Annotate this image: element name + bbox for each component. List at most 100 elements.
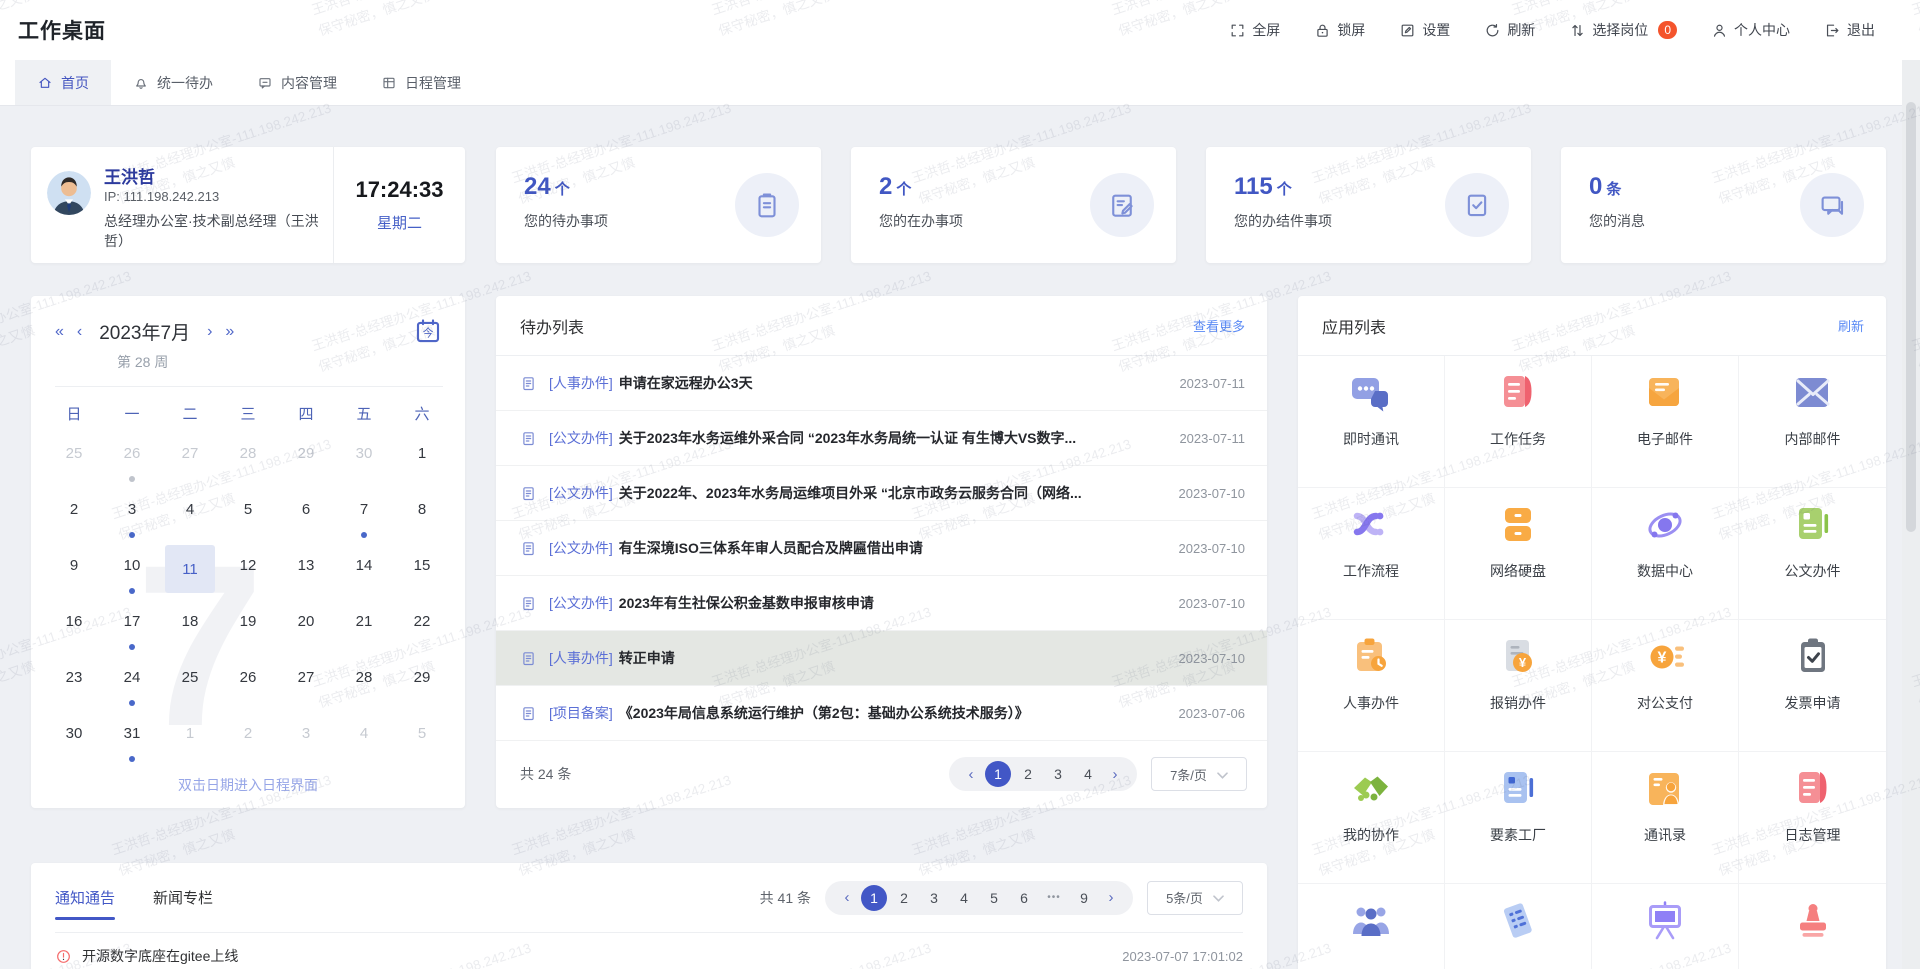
calendar-day[interactable]: 6 bbox=[277, 489, 335, 545]
calendar-day[interactable]: 14 bbox=[335, 545, 393, 602]
apps-refresh-link[interactable]: 刷新 bbox=[1838, 316, 1864, 335]
app-item-invoice[interactable]: 发票申请 bbox=[1739, 620, 1886, 752]
calendar-day[interactable]: 27 bbox=[161, 433, 219, 489]
page-number[interactable]: 3 bbox=[921, 885, 947, 911]
calendar-day[interactable]: 28 bbox=[219, 433, 277, 489]
notices-tab-0[interactable]: 通知通告 bbox=[55, 863, 115, 932]
calendar-day[interactable]: 23 bbox=[45, 657, 103, 713]
page-number[interactable]: 5 bbox=[981, 885, 1007, 911]
app-item-presentation[interactable] bbox=[1592, 884, 1739, 969]
app-item-contacts[interactable]: 通讯录 bbox=[1592, 752, 1739, 884]
calendar-day[interactable]: 4 bbox=[335, 713, 393, 769]
app-item-work-task[interactable]: 工作任务 bbox=[1445, 356, 1592, 488]
calendar-day[interactable]: 2 bbox=[219, 713, 277, 769]
top-action-settings[interactable]: 设置 bbox=[1399, 20, 1450, 40]
calendar-day[interactable]: 2 bbox=[45, 489, 103, 545]
calendar-day[interactable]: 29 bbox=[393, 657, 451, 713]
page-size-select[interactable]: 7条/页 bbox=[1151, 757, 1247, 791]
app-item-workflow[interactable]: 工作流程 bbox=[1298, 488, 1445, 620]
app-item-instant-messaging[interactable]: 即时通讯 bbox=[1298, 356, 1445, 488]
calendar-day[interactable]: 26 bbox=[103, 433, 161, 489]
calendar-day[interactable]: 31 bbox=[103, 713, 161, 769]
app-item-official-doc[interactable]: 公文办件 bbox=[1739, 488, 1886, 620]
next-year-button[interactable]: » bbox=[225, 324, 234, 340]
nav-tab-0[interactable]: 首页 bbox=[15, 60, 111, 105]
app-item-corporate-payment[interactable]: ¥对公支付 bbox=[1592, 620, 1739, 752]
next-page-button[interactable]: › bbox=[1103, 766, 1127, 783]
calendar-day[interactable]: 12 bbox=[219, 545, 277, 602]
todo-item[interactable]: [公文办件]关于2022年、2023年水务局运维项目外采 “北京市政务云服务合同… bbox=[496, 466, 1267, 521]
app-item-internal-mail[interactable]: 内部邮件 bbox=[1739, 356, 1886, 488]
calendar-day[interactable]: 30 bbox=[335, 433, 393, 489]
calendar-day[interactable]: 19 bbox=[219, 601, 277, 657]
prev-month-button[interactable]: ‹ bbox=[77, 324, 82, 340]
news-item[interactable]: 开源数字底座在gitee上线2023-07-07 17:01:02 bbox=[55, 933, 1243, 969]
today-icon[interactable]: 今 bbox=[413, 316, 443, 346]
calendar-day[interactable]: 13 bbox=[277, 545, 335, 602]
app-item-reimbursement[interactable]: ¥报销办件 bbox=[1445, 620, 1592, 752]
todo-item[interactable]: [公文办件]2023年有生社保公积金基数申报审核申请2023-07-10 bbox=[496, 576, 1267, 631]
calendar-day[interactable]: 22 bbox=[393, 601, 451, 657]
app-item-data-center[interactable]: 数据中心 bbox=[1592, 488, 1739, 620]
calendar-day[interactable]: 30 bbox=[45, 713, 103, 769]
todo-item[interactable]: [人事办件]申请在家远程办公3天2023-07-11 bbox=[496, 356, 1267, 411]
app-item-collaboration[interactable]: 我的协作 bbox=[1298, 752, 1445, 884]
top-action-refresh[interactable]: 刷新 bbox=[1484, 20, 1535, 40]
app-item-receipt[interactable] bbox=[1445, 884, 1592, 969]
calendar-day[interactable]: 8 bbox=[393, 489, 451, 545]
top-action-logout[interactable]: 退出 bbox=[1824, 20, 1875, 40]
calendar-footer-hint[interactable]: 双击日期进入日程界面 bbox=[31, 775, 465, 795]
calendar-day[interactable]: 10 bbox=[103, 545, 161, 602]
prev-year-button[interactable]: « bbox=[55, 324, 64, 340]
calendar-day[interactable]: 5 bbox=[393, 713, 451, 769]
page-number[interactable]: 3 bbox=[1045, 761, 1071, 787]
page-number[interactable]: 1 bbox=[985, 761, 1011, 787]
calendar-day[interactable]: 20 bbox=[277, 601, 335, 657]
calendar-day[interactable]: 27 bbox=[277, 657, 335, 713]
calendar-day[interactable]: 3 bbox=[103, 489, 161, 545]
nav-tab-2[interactable]: 内容管理 bbox=[235, 60, 359, 105]
app-item-log-management[interactable]: 日志管理 bbox=[1739, 752, 1886, 884]
notices-tab-1[interactable]: 新闻专栏 bbox=[153, 863, 213, 932]
calendar-day[interactable]: 15 bbox=[393, 545, 451, 602]
page-number[interactable]: 2 bbox=[891, 885, 917, 911]
calendar-day[interactable]: 1 bbox=[161, 713, 219, 769]
top-action-user[interactable]: 个人中心 bbox=[1711, 20, 1790, 40]
page-number[interactable]: 2 bbox=[1015, 761, 1041, 787]
calendar-day[interactable]: 9 bbox=[45, 545, 103, 602]
scrollbar-thumb[interactable] bbox=[1906, 102, 1916, 532]
calendar-day[interactable]: 16 bbox=[45, 601, 103, 657]
nav-tab-3[interactable]: 日程管理 bbox=[359, 60, 483, 105]
prev-page-button[interactable]: ‹ bbox=[835, 889, 859, 906]
app-item-email[interactable]: 电子邮件 bbox=[1592, 356, 1739, 488]
page-number[interactable]: 4 bbox=[1075, 761, 1101, 787]
calendar-day[interactable]: 7 bbox=[335, 489, 393, 545]
app-item-network-disk[interactable]: 网络硬盘 bbox=[1445, 488, 1592, 620]
calendar-day-selected[interactable]: 11 bbox=[161, 545, 219, 602]
calendar-day[interactable]: 28 bbox=[335, 657, 393, 713]
calendar-day[interactable]: 3 bbox=[277, 713, 335, 769]
view-more-link[interactable]: 查看更多 bbox=[1193, 316, 1245, 335]
calendar-day[interactable]: 5 bbox=[219, 489, 277, 545]
top-action-switch-post[interactable]: 选择岗位0 bbox=[1569, 20, 1677, 40]
page-scrollbar[interactable] bbox=[1902, 60, 1920, 969]
page-number[interactable]: 4 bbox=[951, 885, 977, 911]
next-month-button[interactable]: › bbox=[207, 324, 212, 340]
calendar-day[interactable]: 21 bbox=[335, 601, 393, 657]
calendar-day[interactable]: 26 bbox=[219, 657, 277, 713]
top-action-lock[interactable]: 锁屏 bbox=[1314, 20, 1365, 40]
avatar[interactable] bbox=[47, 171, 91, 215]
calendar-day[interactable]: 29 bbox=[277, 433, 335, 489]
calendar-day[interactable]: 25 bbox=[161, 657, 219, 713]
app-item-factor-factory[interactable]: 要素工厂 bbox=[1445, 752, 1592, 884]
todo-item[interactable]: [人事办件]转正申请2023-07-10 bbox=[496, 631, 1267, 686]
todo-item[interactable]: [公文办件]关于2023年水务运维外采合同 “2023年水务局统一认证 有生博大… bbox=[496, 411, 1267, 466]
app-item-stamp[interactable] bbox=[1739, 884, 1886, 969]
todo-item[interactable]: [公文办件]有生深境ISO三体系年审人员配合及牌匾借出申请2023-07-10 bbox=[496, 521, 1267, 576]
top-action-fullscreen[interactable]: 全屏 bbox=[1229, 20, 1280, 40]
calendar-day[interactable]: 1 bbox=[393, 433, 451, 489]
page-size-select[interactable]: 5条/页 bbox=[1147, 881, 1243, 915]
prev-page-button[interactable]: ‹ bbox=[959, 766, 983, 783]
calendar-day[interactable]: 4 bbox=[161, 489, 219, 545]
page-number[interactable]: 6 bbox=[1011, 885, 1037, 911]
